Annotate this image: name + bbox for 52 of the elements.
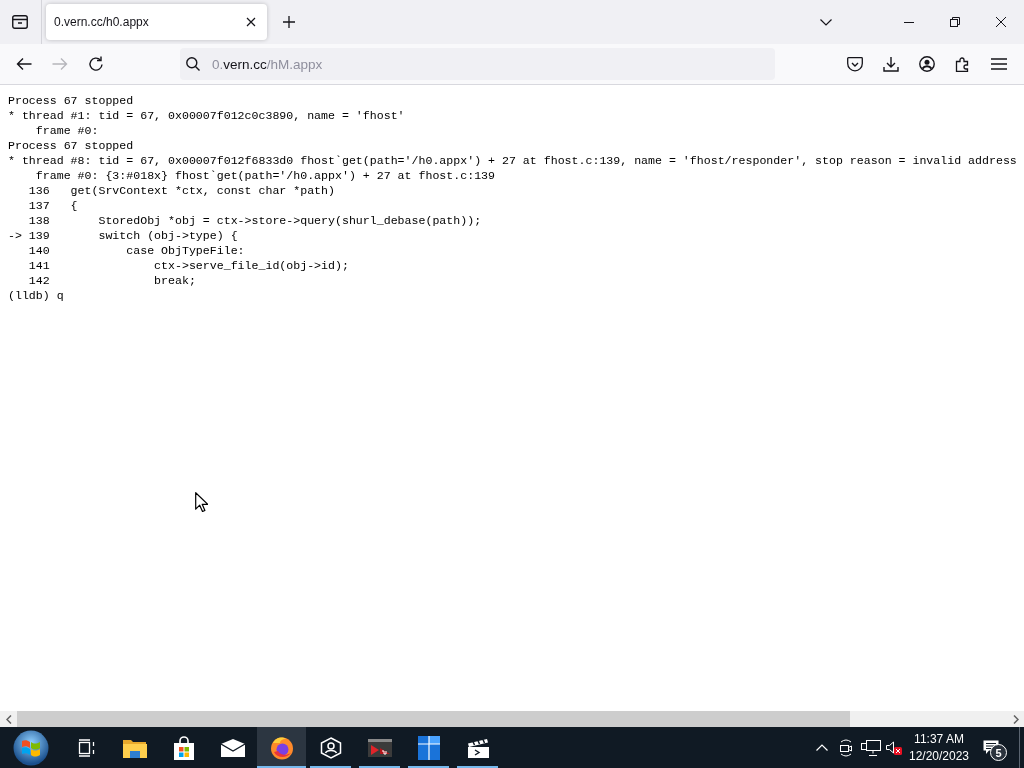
console-line: 138 StoredObj *obj = ctx->store->query(shurl_debase(path)); (27, 213, 482, 228)
console-line: 136 get(SrvContext *ctx, const char *path) (27, 183, 335, 198)
reload-icon[interactable] (88, 56, 104, 72)
taskbar-button[interactable] (257, 727, 306, 768)
person-outline-icon (319, 736, 342, 759)
minimize-icon[interactable] (904, 21, 914, 23)
folder-icon (122, 737, 147, 758)
back-icon[interactable] (16, 57, 32, 71)
console-line: * thread #1: tid = 67, 0x00007f012c0c3890, name = 'fhost' (8, 108, 405, 123)
address-field[interactable]: 0.vern.cc/hM.appx (180, 48, 775, 80)
console-line: 141 ctx->serve_file_id(obj->id); (27, 258, 349, 273)
puzzle-piece-icon[interactable] (955, 56, 971, 72)
network-icon[interactable] (861, 739, 881, 756)
flame-globe-icon (269, 735, 294, 760)
scroll-right-icon[interactable] (1012, 714, 1019, 724)
console-line: frame #0: (34, 123, 99, 138)
clock-time[interactable]: 11:37 AM (914, 730, 964, 748)
download-icon[interactable] (883, 56, 899, 72)
mouse-pointer-icon (195, 492, 208, 512)
close-icon[interactable] (246, 17, 256, 27)
close-icon[interactable] (996, 17, 1006, 27)
restore-icon[interactable] (950, 17, 960, 27)
console-line: Process 67 stopped (8, 93, 134, 108)
console-line: 142 break; (27, 273, 196, 288)
shopping-bag-icon (172, 735, 195, 760)
start-icon[interactable] (12, 729, 49, 766)
muted-speaker-icon[interactable] (886, 740, 902, 755)
account-icon[interactable] (919, 56, 935, 72)
browser-tab[interactable]: 0.vern.cc/h0.appx (46, 4, 267, 40)
menu-icon[interactable] (991, 58, 1007, 70)
console-line: (lldb) q (8, 288, 64, 303)
console-line: Process 67 stopped (8, 138, 134, 153)
envelope-icon (220, 738, 245, 757)
scroll-left-icon[interactable] (5, 714, 12, 724)
console-line: 140 case ObjTypeFile: (27, 243, 245, 258)
shield-chevron-icon[interactable] (847, 56, 863, 72)
clock-date[interactable]: 12/20/2023 (908, 747, 970, 765)
plus-icon[interactable] (283, 16, 295, 28)
clapperboard-icon (466, 737, 489, 758)
terminal-window-icon (367, 738, 392, 757)
caret-up-icon[interactable] (816, 744, 828, 751)
tray-box-icon[interactable] (12, 15, 28, 29)
window-grid-icon (417, 735, 440, 760)
search-icon (186, 57, 200, 71)
console-line: 137 { (27, 198, 78, 213)
console-line: frame #0: {3:#018x} fhost`get(path='/h0.appx') + 27 at fhost.c:139 (34, 168, 496, 183)
console-line: -> 139 switch (obj->type) { (8, 228, 238, 243)
chevron-down-icon[interactable] (820, 18, 832, 26)
console-line: * thread #8: tid = 67, 0x00007f012f6833d0 fhost`get(path='/h0.appx') + 27 at fhost.c:139, name = 'fhost/responder', stop reason = invalid address (8, 153, 1017, 168)
scrollbar-thumb[interactable] (17, 711, 850, 727)
camera-icon[interactable] (838, 738, 854, 757)
notification-count: 5 (990, 744, 1007, 761)
